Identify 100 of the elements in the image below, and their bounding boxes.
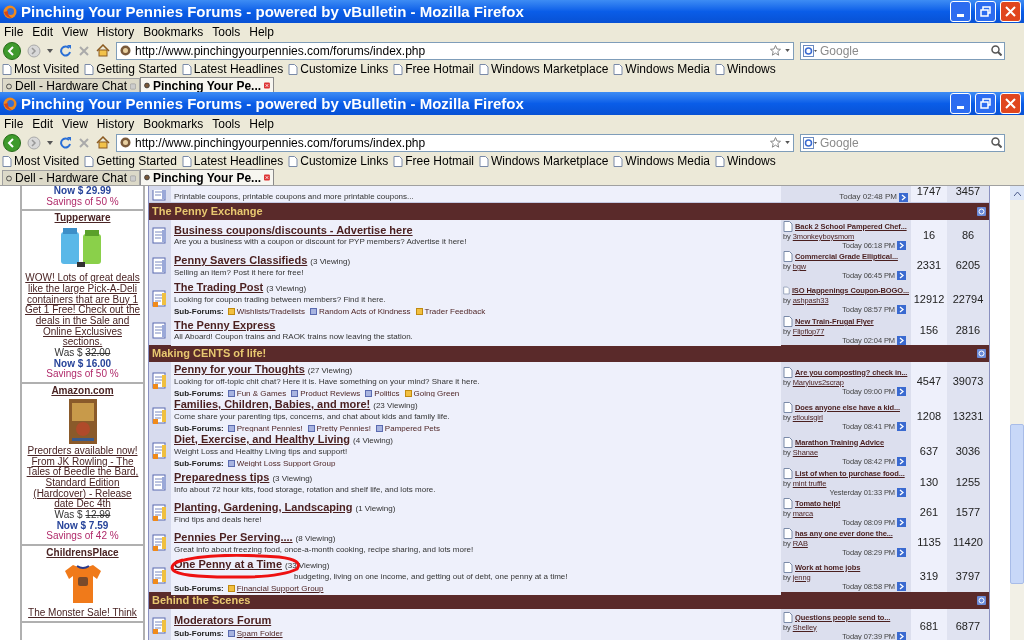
address-field[interactable]: http://www.pinchingyourpennies.com/forums/index.php: [116, 133, 794, 152]
tab-close-icon[interactable]: [264, 173, 270, 182]
go-to-post-icon[interactable]: [899, 193, 908, 202]
bookmark-link[interactable]: Windows Media: [625, 63, 711, 75]
minimize-button[interactable]: [950, 93, 971, 114]
caret-icon[interactable]: [47, 48, 53, 53]
bookmark-link[interactable]: Most Visited: [14, 155, 80, 167]
tab-close-icon[interactable]: [264, 81, 270, 90]
go-to-post-icon[interactable]: [897, 518, 906, 527]
bookmark-link[interactable]: Getting Started: [96, 63, 177, 75]
browser-tab[interactable]: Dell - Hardware Chat: [2, 78, 140, 92]
subforum-link[interactable]: Pretty Pennies!: [316, 423, 371, 434]
caret-icon[interactable]: [785, 141, 790, 144]
menu-item[interactable]: Tools: [212, 114, 241, 133]
deal-link[interactable]: WOW! Lots of great deals like the large Pick-A-Deli containers that are Buy 1 Get 1 Free! Check out the deals in the Sale and Online Exclusives sections.: [24, 273, 141, 349]
menu-item[interactable]: Tools: [212, 22, 241, 41]
go-to-post-icon[interactable]: [897, 488, 906, 497]
menu-item[interactable]: File: [4, 22, 24, 41]
go-to-post-icon[interactable]: [897, 336, 906, 345]
menu-item[interactable]: View: [62, 22, 88, 41]
subforum-link[interactable]: Fun & Games: [236, 388, 287, 399]
menu-item[interactable]: Help: [249, 114, 274, 133]
forum-title-link[interactable]: Diet, Exercise, and Healthy Living: [174, 433, 351, 446]
menu-item[interactable]: Edit: [32, 22, 54, 41]
scroll-up-icon[interactable]: [1013, 190, 1021, 196]
bookmark-link[interactable]: Getting Started: [96, 155, 177, 167]
subforum-link[interactable]: Financial Support Group: [236, 583, 324, 594]
restore-button[interactable]: [975, 93, 996, 114]
forum-title-link[interactable]: Planting, Gardening, Landscaping: [174, 500, 353, 514]
subforum-link[interactable]: Product Reviews: [300, 388, 361, 399]
star-icon[interactable]: [770, 137, 781, 148]
subforum-link[interactable]: Pregnant Pennies!: [236, 423, 303, 434]
subforum-link[interactable]: Politics: [374, 388, 400, 399]
back-button[interactable]: [3, 41, 21, 60]
bookmark-link[interactable]: Customize Links: [300, 155, 389, 167]
go-to-post-icon[interactable]: [897, 421, 906, 431]
forum-title-link[interactable]: Moderators Forum: [174, 613, 272, 627]
minimize-button[interactable]: [950, 1, 971, 22]
go-to-post-icon[interactable]: [897, 456, 906, 466]
store-link[interactable]: Tupperware: [54, 211, 111, 225]
scrollbar[interactable]: [1010, 186, 1024, 640]
caret-icon[interactable]: [47, 140, 53, 145]
close-button[interactable]: [1000, 1, 1021, 22]
collapse-icon[interactable]: [977, 596, 986, 605]
forum-title-link[interactable]: Business coupons/discounts - Advertise here: [174, 224, 413, 237]
deal-link[interactable]: Preorders available now! From JK Rowling - The Tales of Beedle the Bard, Standard Edition (Hardcover) - Release date Dec 4th: [24, 445, 141, 511]
subforum-link[interactable]: Random Acts of Kindness: [318, 306, 411, 317]
go-to-post-icon[interactable]: [897, 271, 906, 280]
home-icon[interactable]: [96, 136, 110, 149]
forum-title-link[interactable]: Penny Savers Classifieds: [174, 253, 308, 267]
browser-tab[interactable]: Dell - Hardware Chat: [2, 170, 140, 185]
store-link[interactable]: Amazon.com: [51, 384, 114, 397]
bookmark-link[interactable]: Customize Links: [300, 63, 389, 75]
menu-item[interactable]: History: [96, 114, 135, 133]
go-to-post-icon[interactable]: [897, 386, 906, 396]
search-icon[interactable]: [991, 45, 1002, 56]
bookmark-link[interactable]: Most Visited: [14, 63, 80, 75]
subforum-link[interactable]: Trader Feedback: [424, 306, 486, 317]
collapse-icon[interactable]: [977, 349, 986, 358]
caret-icon[interactable]: [785, 49, 790, 52]
category-title[interactable]: Behind the Scenes: [152, 592, 251, 609]
forum-title-link[interactable]: Pennies Per Serving....: [174, 530, 293, 544]
bookmark-link[interactable]: Latest Headlines: [193, 155, 284, 167]
bookmark-link[interactable]: Free Hotmail: [405, 63, 474, 75]
bookmark-link[interactable]: Windows: [727, 155, 776, 167]
forum-title-link[interactable]: Penny for your Thoughts: [174, 363, 305, 376]
star-icon[interactable]: [770, 45, 781, 56]
collapse-icon[interactable]: [977, 207, 986, 216]
go-to-post-icon[interactable]: [897, 548, 906, 557]
forum-title-link[interactable]: Families, Children, Babies, and more!: [174, 398, 371, 411]
menu-item[interactable]: Help: [249, 22, 274, 41]
menu-item[interactable]: View: [62, 114, 88, 133]
subforum-link[interactable]: Spam Folder: [236, 627, 283, 639]
search-input[interactable]: Google: [820, 133, 988, 152]
reload-icon[interactable]: [59, 44, 72, 57]
search-engine-icon[interactable]: [803, 136, 817, 149]
close-button[interactable]: [1000, 93, 1021, 114]
menu-item[interactable]: Edit: [32, 114, 54, 133]
bookmark-link[interactable]: Free Hotmail: [405, 155, 474, 167]
bookmark-link[interactable]: Windows Media: [625, 155, 711, 167]
reload-icon[interactable]: [59, 136, 72, 149]
browser-tab[interactable]: Pinching Your Pe...: [140, 169, 274, 185]
subforum-link[interactable]: Wishlists/Tradelists: [236, 306, 305, 317]
category-title[interactable]: Making CENTS of life!: [152, 345, 267, 362]
go-to-post-icon[interactable]: [897, 304, 906, 314]
go-to-post-icon[interactable]: [897, 631, 906, 640]
restore-button[interactable]: [975, 1, 996, 22]
category-title[interactable]: The Penny Exchange: [152, 203, 263, 220]
subforum-link[interactable]: Pampered Pets: [384, 423, 440, 434]
browser-tab[interactable]: Pinching Your Pe...: [140, 77, 274, 92]
store-link[interactable]: ChildrensPlace: [46, 546, 119, 559]
menu-item[interactable]: File: [4, 114, 24, 133]
back-button[interactable]: [3, 133, 21, 152]
menu-item[interactable]: Bookmarks: [143, 114, 204, 133]
search-field[interactable]: Google: [800, 41, 1005, 60]
search-input[interactable]: Google: [820, 41, 988, 60]
address-field[interactable]: http://www.pinchingyourpennies.com/forums/index.php: [116, 41, 794, 60]
scroll-thumb[interactable]: [1010, 424, 1024, 584]
deal-link[interactable]: The Monster Sale! Think: [28, 607, 137, 619]
search-field[interactable]: Google: [800, 133, 1005, 152]
